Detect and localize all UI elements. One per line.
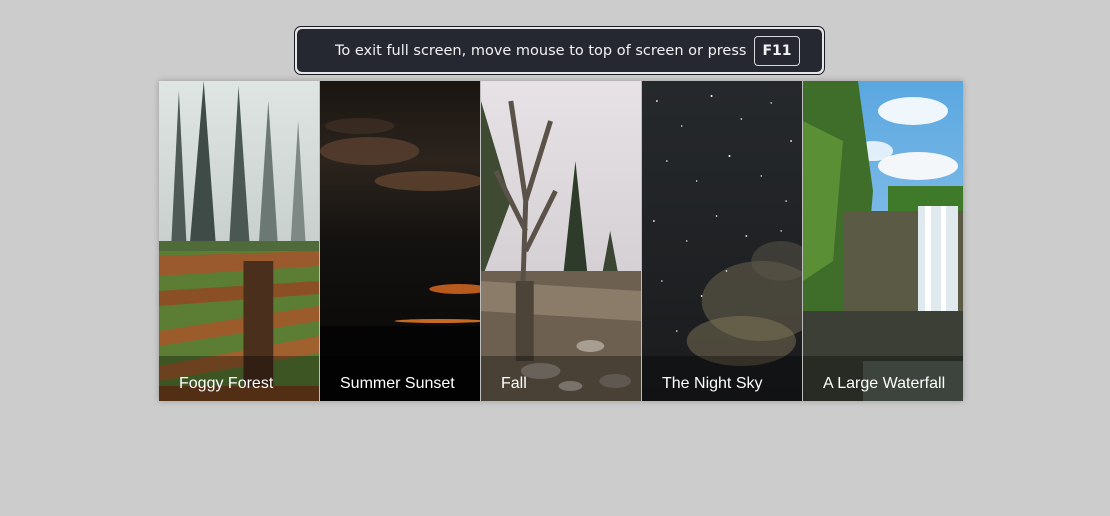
f11-key-badge: F11	[754, 35, 800, 66]
fullscreen-notice: To exit full screen, move mouse to top o…	[294, 26, 825, 75]
foggy-forest-image	[159, 81, 319, 401]
gallery-panel-night-sky[interactable]: The Night Sky	[642, 81, 803, 401]
gallery-panel-fall[interactable]: Fall	[481, 81, 642, 401]
panel-caption: Summer Sunset	[340, 375, 455, 392]
fullscreen-notice-body: To exit full screen, move mouse to top o…	[297, 29, 822, 72]
gallery-panel-summer-sunset[interactable]: Summer Sunset	[320, 81, 481, 401]
panel-caption: The Night Sky	[662, 375, 763, 392]
gallery-panel-foggy-forest[interactable]: Foggy Forest	[159, 81, 320, 401]
fullscreen-notice-message: To exit full screen, move mouse to top o…	[335, 42, 747, 59]
night-sky-image	[642, 81, 802, 401]
fall-image	[481, 81, 641, 401]
panel-caption: Foggy Forest	[179, 375, 274, 392]
gallery-panel-waterfall[interactable]: A Large Waterfall	[803, 81, 963, 401]
waterfall-image	[803, 81, 963, 401]
panel-caption: A Large Waterfall	[823, 375, 946, 392]
panel-caption: Fall	[501, 375, 527, 392]
image-gallery: Foggy Forest Summer Sunset Fall The Nigh…	[159, 81, 963, 401]
summer-sunset-image	[320, 81, 480, 401]
